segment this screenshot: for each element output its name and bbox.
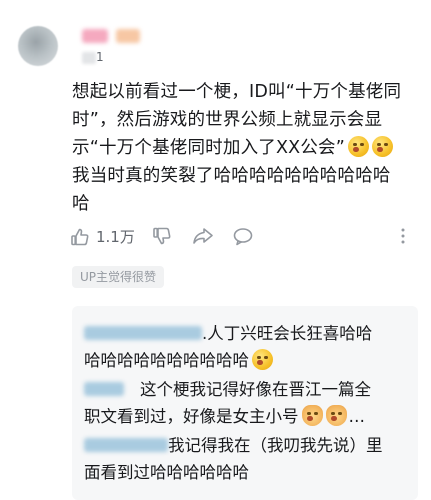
more-options-button[interactable]	[400, 226, 406, 246]
thumbs-up-icon	[71, 228, 89, 245]
reply-line: 我记得我在（我叨我先说）里	[84, 432, 414, 459]
reply-text: 哈哈哈哈哈哈哈哈哈哈	[84, 351, 249, 370]
reply-line: 职文看到过，好像是女主小号 …	[84, 403, 414, 430]
comment-bubble-icon	[233, 228, 253, 246]
like-button[interactable]: 1.1万	[70, 226, 135, 247]
laughing-cat-emoji-icon	[348, 136, 370, 157]
reply-line: 哈哈哈哈哈哈哈哈哈哈	[84, 347, 414, 374]
avatar[interactable]	[18, 26, 58, 66]
comment-body: 想起以前看过一个梗，ID叫“十万个基佬同 时”，然后游戏的世界公频上就显示会显 …	[72, 78, 420, 218]
reply-username-blurred[interactable]	[84, 326, 202, 340]
comment-line: 想起以前看过一个梗，ID叫“十万个基佬同	[72, 82, 402, 102]
cat-face-emoji-icon	[325, 405, 347, 426]
comment-line-text: 示“十万个基佬同时加入了XX公会”	[72, 138, 346, 158]
username-blurred[interactable]	[82, 29, 108, 43]
level-digit: 1	[96, 50, 104, 64]
comment-line: 哈	[72, 194, 90, 214]
share-button[interactable]	[192, 226, 214, 246]
reply-item[interactable]: 这个梗我记得好像在晋江一篇全 职文看到过，好像是女主小号 …	[84, 376, 414, 430]
laughing-cat-emoji-icon	[372, 136, 394, 157]
comment-actions: 1.1万	[70, 226, 416, 250]
comment-line: 时”，然后游戏的世界公频上就显示会显	[72, 110, 383, 130]
like-count: 1.1万	[96, 228, 135, 246]
reply-line: .人丁兴旺会长狂喜哈哈	[84, 320, 414, 347]
reply-text: 我记得我在（我叨我先说）里	[168, 436, 383, 455]
comment-line: 我当时真的笑裂了哈哈哈哈哈哈哈哈哈哈	[72, 166, 391, 186]
username-blurred-2[interactable]	[116, 29, 140, 43]
comment-line: 示“十万个基佬同时加入了XX公会”	[72, 134, 420, 162]
replies-panel: .人丁兴旺会长狂喜哈哈 哈哈哈哈哈哈哈哈哈哈 这个梗我记得好像在晋江一篇全 职文…	[72, 306, 418, 500]
reply-username-blurred[interactable]	[84, 438, 168, 452]
thumbs-down-icon	[153, 227, 171, 245]
cat-face-emoji-icon	[301, 405, 323, 426]
share-icon	[193, 228, 213, 244]
more-vertical-icon	[401, 228, 405, 244]
reply-item[interactable]: .人丁兴旺会长狂喜哈哈 哈哈哈哈哈哈哈哈哈哈	[84, 320, 414, 374]
level-badge-icon	[82, 52, 96, 64]
reply-line: 面看到过哈哈哈哈哈哈	[84, 459, 414, 486]
reply-ellipsis: …	[348, 407, 366, 426]
reply-button[interactable]	[232, 226, 254, 246]
reply-text: 职文看到过，好像是女主小号	[84, 407, 299, 426]
dislike-button[interactable]	[152, 226, 172, 246]
grinning-emoji-icon	[252, 349, 273, 370]
reply-text: 这个梗我记得好像在晋江一篇全	[140, 380, 371, 399]
reply-line: 这个梗我记得好像在晋江一篇全	[84, 376, 414, 403]
reply-item[interactable]: 我记得我在（我叨我先说）里 面看到过哈哈哈哈哈哈	[84, 432, 414, 486]
reply-text: .人丁兴旺会长狂喜哈哈	[202, 324, 373, 343]
reply-username-blurred[interactable]	[84, 382, 124, 396]
reply-text: 面看到过哈哈哈哈哈哈	[84, 463, 249, 482]
up-liked-badge: UP主觉得很赞	[72, 266, 165, 288]
